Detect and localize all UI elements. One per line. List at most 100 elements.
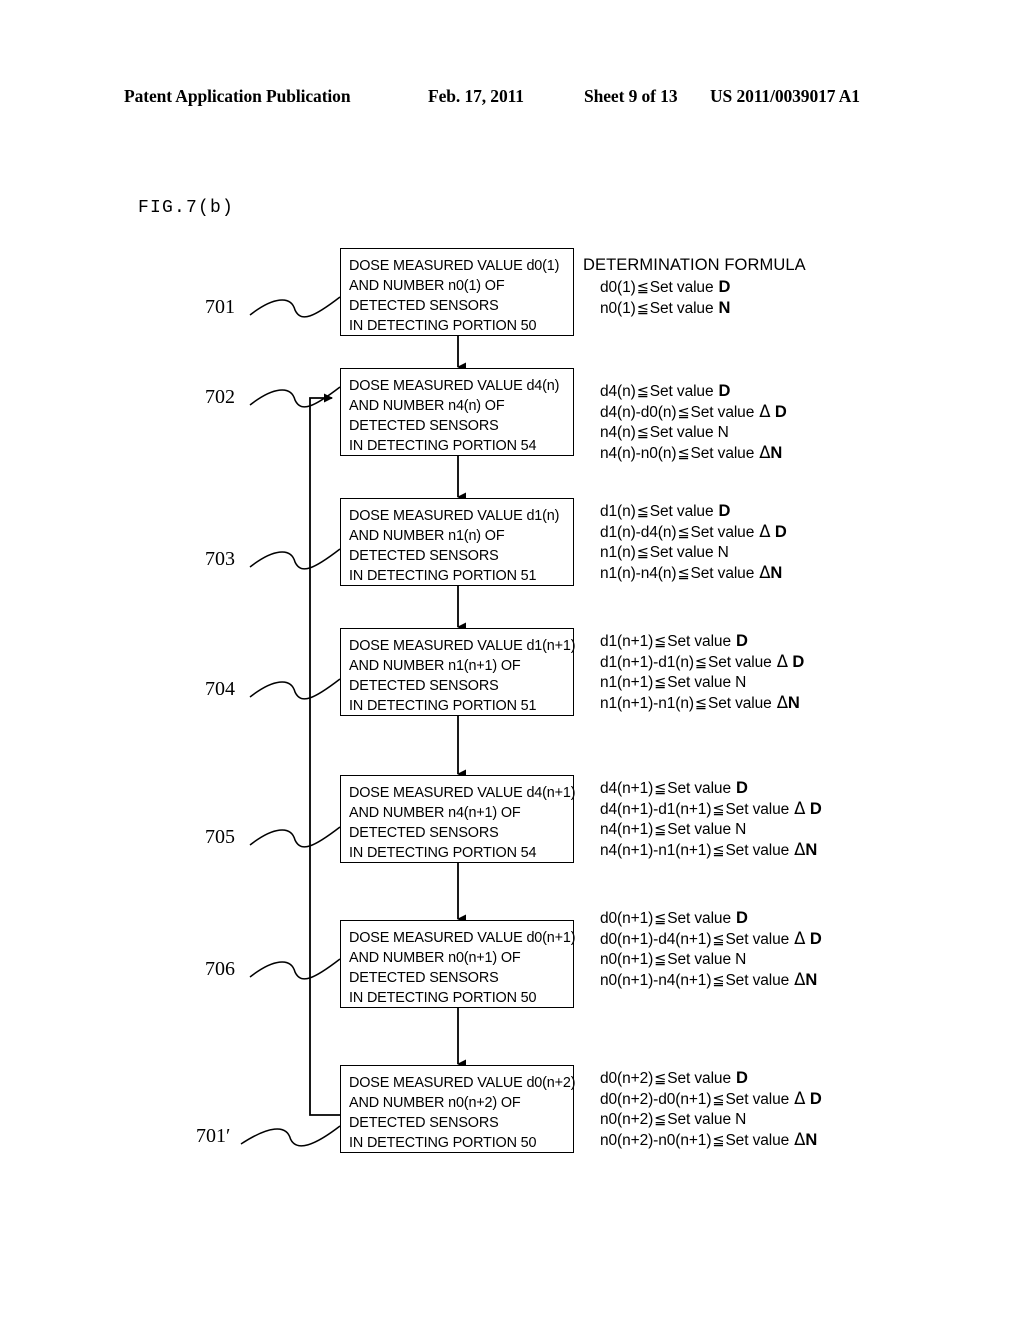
delta-icon: Δ <box>794 840 806 859</box>
delta-icon: Δ <box>759 563 771 582</box>
formula-group-701: d0(1)≦Set value Dn0(1)≦Set value N <box>600 277 1020 319</box>
formula-group-705: d4(n+1)≦Set value Dd4(n+1)-d1(n+1)≦Set va… <box>600 778 1020 861</box>
less-than-or-equal-icon: ≦ <box>677 525 690 541</box>
formula-rhs: Set value <box>649 300 714 317</box>
formula-lhs: n0(n+2)-n0(n+1) <box>600 1132 712 1149</box>
formula-threshold-symbol: D <box>718 382 731 400</box>
leader-line <box>249 826 341 848</box>
formula-lhs: d0(n+1)-d4(n+1) <box>600 931 712 948</box>
process-box-702: DOSE MEASURED VALUE d4(n) AND NUMBER n4(n… <box>340 368 574 456</box>
formula-rhs: Set value <box>707 654 772 671</box>
formula-rhs: Set value N <box>667 821 747 838</box>
formula-threshold-symbol: ΔN <box>794 970 818 989</box>
process-box-701: DOSE MEASURED VALUE d0(1) AND NUMBER n0(1… <box>340 248 574 336</box>
formula-line: n0(n+2)≦Set value N <box>600 1110 1020 1130</box>
formula-line: d0(n+2)≦Set value D <box>600 1068 1020 1089</box>
formula-rhs: Set value <box>667 1070 731 1087</box>
formula-group-703: d1(n)≦Set value Dd1(n)-d4(n)≦Set value Δ D… <box>600 501 1020 584</box>
formula-rhs: Set value <box>667 633 731 650</box>
less-than-or-equal-icon: ≦ <box>636 384 649 400</box>
formula-rhs: Set value <box>649 383 714 400</box>
formula-rhs: Set value <box>667 780 731 797</box>
formula-rhs: Set value <box>725 801 790 818</box>
formula-line: n4(n+1)-n1(n+1)≦Set value ΔN <box>600 840 1020 861</box>
less-than-or-equal-icon: ≦ <box>694 655 707 671</box>
less-than-or-equal-icon: ≦ <box>654 634 667 650</box>
less-than-or-equal-icon: ≦ <box>654 1071 667 1087</box>
less-than-or-equal-icon: ≦ <box>654 1112 667 1128</box>
formula-rhs: Set value <box>725 931 790 948</box>
formula-lhs: n0(1) <box>600 300 636 317</box>
formula-rhs: Set value <box>707 695 772 712</box>
formula-threshold-symbol: Δ D <box>794 1089 822 1108</box>
process-box-line: DETECTED SENSORS <box>349 298 499 314</box>
formula-rhs: Set value N <box>667 674 747 691</box>
formula-threshold-symbol: Δ D <box>794 799 822 818</box>
formula-threshold-symbol: ΔN <box>759 563 783 582</box>
formula-threshold-symbol: D <box>718 278 731 296</box>
formula-threshold-symbol: D <box>718 502 731 520</box>
formula-line: d1(n)≦Set value D <box>600 501 1020 522</box>
delta-icon: Δ <box>759 522 771 541</box>
process-box-line: DOSE MEASURED VALUE d0(n+2) <box>349 1075 576 1091</box>
formula-line: d4(n+1)-d1(n+1)≦Set value Δ D <box>600 799 1020 820</box>
less-than-or-equal-icon: ≦ <box>677 566 690 582</box>
process-box-line: AND NUMBER n0(n+2) OF <box>349 1095 521 1111</box>
formula-lhs: n1(n+1)-n1(n) <box>600 695 694 712</box>
formula-line: d0(1)≦Set value D <box>600 277 1020 298</box>
formula-rhs: Set value N <box>649 544 729 561</box>
formula-lhs: d1(n+1)-d1(n) <box>600 654 694 671</box>
process-box-line: DOSE MEASURED VALUE d1(n+1) <box>349 638 576 654</box>
reference-numeral: 705 <box>205 826 235 848</box>
formula-line: n0(n+1)-n4(n+1)≦Set value ΔN <box>600 970 1020 991</box>
formula-line: n1(n)-n4(n)≦Set value ΔN <box>600 563 1020 584</box>
process-box-line: IN DETECTING PORTION 50 <box>349 318 537 334</box>
leader-line <box>249 548 341 570</box>
determination-formula-heading: DETERMINATION FORMULA <box>583 256 806 274</box>
delta-icon: Δ <box>794 970 806 989</box>
formula-lhs: d4(n+1)-d1(n+1) <box>600 801 712 818</box>
formula-line: d0(n+1)≦Set value D <box>600 908 1020 929</box>
process-box-line: AND NUMBER n4(n+1) OF <box>349 805 521 821</box>
formula-line: d0(n+2)-d0(n+1)≦Set value Δ D <box>600 1089 1020 1110</box>
delta-icon: Δ <box>794 1130 806 1149</box>
process-box-line: DOSE MEASURED VALUE d1(n) <box>349 508 560 524</box>
formula-rhs: Set value <box>690 445 755 462</box>
formula-rhs: Set value N <box>667 951 747 968</box>
less-than-or-equal-icon: ≦ <box>654 822 667 838</box>
formula-lhs: n1(n+1) <box>600 674 654 691</box>
formula-line: n1(n+1)≦Set value N <box>600 673 1020 693</box>
formula-group-701prime: d0(n+2)≦Set value Dd0(n+2)-d0(n+1)≦Set va… <box>600 1068 1020 1151</box>
formula-threshold-symbol: Δ D <box>759 402 787 421</box>
formula-rhs: Set value <box>649 503 714 520</box>
delta-icon: Δ <box>794 799 806 818</box>
formula-lhs: d0(n+1) <box>600 910 654 927</box>
formula-group-702: d4(n)≦Set value Dd4(n)-d0(n)≦Set value Δ D… <box>600 381 1020 464</box>
formula-rhs: Set value <box>725 1091 790 1108</box>
formula-rhs: Set value <box>690 404 755 421</box>
process-box-705: DOSE MEASURED VALUE d4(n+1) AND NUMBER n4… <box>340 775 576 863</box>
formula-line: d4(n)≦Set value D <box>600 381 1020 402</box>
formula-line: d1(n+1)-d1(n)≦Set value Δ D <box>600 652 1020 673</box>
less-than-or-equal-icon: ≦ <box>712 1133 725 1149</box>
formula-line: n0(1)≦Set value N <box>600 298 1020 319</box>
formula-lhs: n0(n+1)-n4(n+1) <box>600 972 712 989</box>
process-box-line: DETECTED SENSORS <box>349 825 499 841</box>
formula-threshold-symbol: N <box>718 299 731 317</box>
less-than-or-equal-icon: ≦ <box>712 1092 725 1108</box>
process-box-706: DOSE MEASURED VALUE d0(n+1) AND NUMBER n0… <box>340 920 576 1008</box>
flowchart-diagram: DETERMINATION FORMULA DOSE MEASURED VALUE… <box>0 0 1024 1320</box>
formula-threshold-symbol: D <box>735 1069 748 1087</box>
process-box-line: DETECTED SENSORS <box>349 678 499 694</box>
formula-line: n0(n+1)≦Set value N <box>600 950 1020 970</box>
less-than-or-equal-icon: ≦ <box>636 425 649 441</box>
less-than-or-equal-icon: ≦ <box>677 446 690 462</box>
formula-rhs: Set value N <box>667 1111 747 1128</box>
less-than-or-equal-icon: ≦ <box>636 280 649 296</box>
less-than-or-equal-icon: ≦ <box>694 696 707 712</box>
process-box-703: DOSE MEASURED VALUE d1(n) AND NUMBER n1(n… <box>340 498 574 586</box>
process-box-line: IN DETECTING PORTION 54 <box>349 438 537 454</box>
formula-rhs: Set value <box>667 910 731 927</box>
formula-rhs: Set value <box>649 279 714 296</box>
less-than-or-equal-icon: ≦ <box>636 301 649 317</box>
